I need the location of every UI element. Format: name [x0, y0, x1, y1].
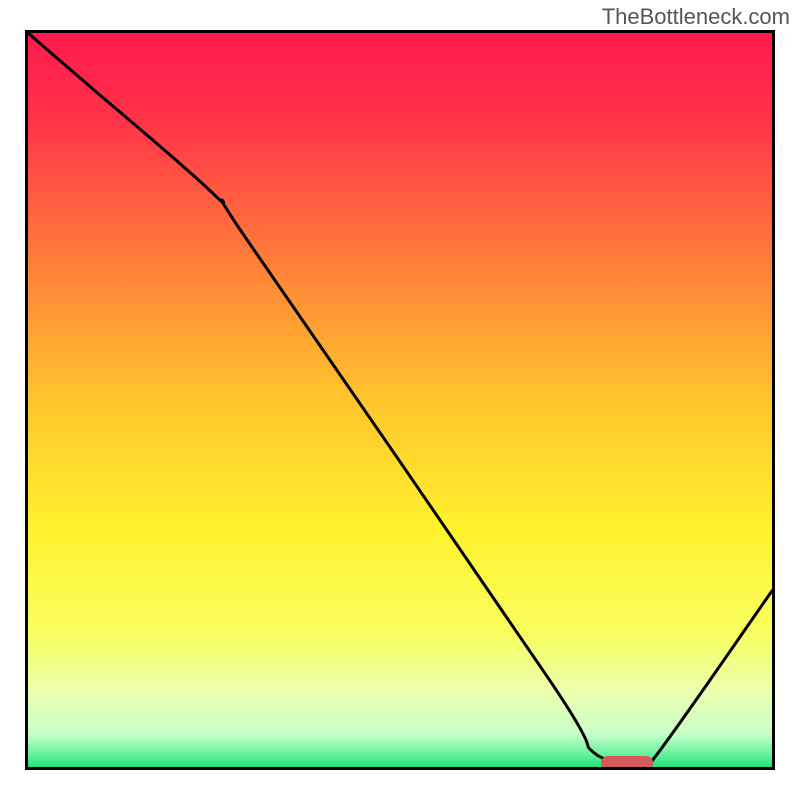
attribution-label: TheBottleneck.com: [602, 4, 790, 30]
plot-frame: [25, 30, 775, 770]
optimal-zone-marker: [601, 756, 653, 770]
curve-layer: [28, 33, 772, 767]
bottleneck-curve: [28, 33, 772, 767]
chart-container: TheBottleneck.com: [0, 0, 800, 800]
